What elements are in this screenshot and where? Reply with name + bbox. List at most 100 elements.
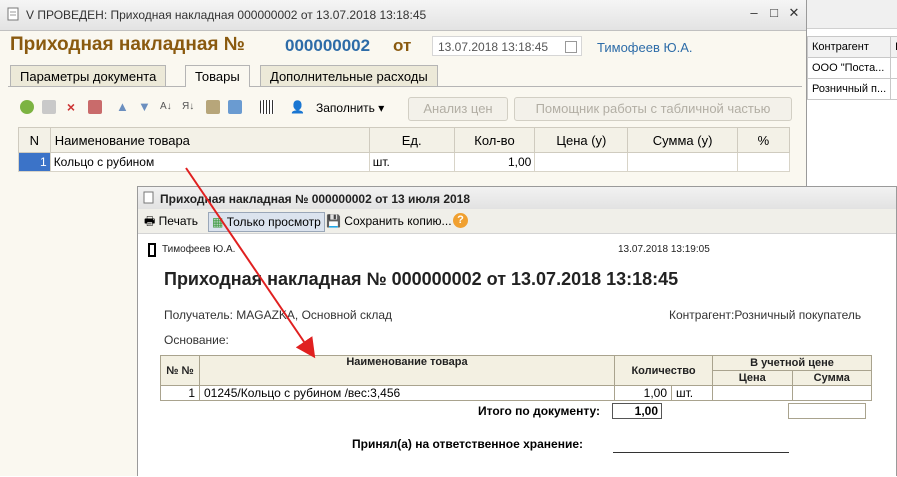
print-preview-window: Приходная накладная № 000000002 от 13 ию… <box>137 186 897 476</box>
document-number[interactable]: 000000002 <box>285 36 370 56</box>
print-timestamp: 13.07.2018 13:19:05 <box>618 244 710 255</box>
column-header-name[interactable]: Наименование товара <box>50 128 369 153</box>
minimize-button[interactable]: – <box>744 4 764 22</box>
move-down-icon[interactable]: ▼ <box>138 100 152 114</box>
window-title: V ПРОВЕДЕН: Приходная накладная 00000000… <box>26 8 426 22</box>
column-header-counterparty[interactable]: Контрагент <box>808 37 891 58</box>
sort-descending-icon[interactable]: Я↓ <box>182 100 196 114</box>
print-window-titlebar: Приходная накладная № 000000002 от 13 ию… <box>138 187 896 210</box>
print-button[interactable]: 🖶 Печать <box>144 212 198 230</box>
goods-grid: N Наименование товара Ед. Кол-во Цена (у… <box>18 127 790 172</box>
table-cell[interactable]: Розничный п... <box>808 79 891 100</box>
document-icon <box>6 7 20 21</box>
total-sum-cell <box>788 403 866 419</box>
tab-document-params[interactable]: Параметры документа <box>10 65 166 86</box>
basis-text: Основание: <box>164 333 229 347</box>
date-value: 13.07.2018 13:18:45 <box>438 40 548 54</box>
row-no-cell: 1 <box>161 386 200 401</box>
cursor-marker-icon <box>148 243 156 257</box>
calendar-icon[interactable] <box>565 41 577 53</box>
tab-goods[interactable]: Товары <box>185 65 250 87</box>
price-analysis-button[interactable]: Анализ цен <box>408 97 508 121</box>
grid-toolbar: × ▲ ▼ A↓ Я↓ 👤 Заполнить ▾ Анализ цен Пом… <box>14 96 794 120</box>
move-up-icon[interactable]: ▲ <box>116 100 130 114</box>
save-copy-button[interactable]: 💾 Сохранить копию... <box>326 212 452 230</box>
table-row: 1 01245/Кольцо с рубином /вес:3,456 1,00… <box>161 386 872 401</box>
column-header-sum[interactable]: Сумма (у) <box>628 128 737 153</box>
row-price-cell <box>713 386 793 401</box>
qty-cell[interactable]: 1,00 <box>454 153 535 172</box>
table-assistant-button[interactable]: Помощник работы с табличной частью <box>514 97 792 121</box>
tab-additional-expenses[interactable]: Дополнительные расходы <box>260 65 438 86</box>
column-header-qty: Количество <box>615 356 713 386</box>
columns-icon[interactable] <box>228 100 242 114</box>
maximize-button[interactable]: □ <box>764 4 784 22</box>
recipient-text: Получатель: MAGAZKA, Основной склад <box>164 308 392 322</box>
table-row[interactable]: ООО "Поста... <box>808 58 897 79</box>
column-header-name: Наименование товара <box>200 356 615 386</box>
save-icon: 💾 <box>326 214 341 228</box>
row-qty-cell: 1,00 <box>615 386 672 401</box>
date-field[interactable]: 13.07.2018 13:18:45 <box>432 36 582 56</box>
column-header-price: Цена <box>713 371 793 386</box>
view-only-toggle[interactable]: ▦ Только просмотр <box>208 212 325 232</box>
column-header-n[interactable]: Н <box>891 37 897 58</box>
row-name-cell: 01245/Кольцо с рубином /вес:3,456 <box>200 386 615 401</box>
table-cell[interactable]: ООО "Поста... <box>808 58 891 79</box>
print-button-label: Печать <box>159 214 198 228</box>
column-header-percent[interactable]: % <box>737 128 789 153</box>
printer-icon: 🖶 <box>144 214 155 228</box>
barcode-icon[interactable] <box>260 100 274 114</box>
product-name-cell[interactable]: Кольцо с рубином <box>50 153 369 172</box>
accepted-label: Принял(а) на ответственное хранение: <box>352 437 583 451</box>
window-titlebar: V ПРОВЕДЕН: Приходная накладная 00000000… <box>0 0 806 31</box>
doc-title: Приходная накладная № 000000002 от 13.07… <box>164 269 678 290</box>
save-copy-label: Сохранить копию... <box>344 214 451 228</box>
delete-icon[interactable]: × <box>64 100 78 114</box>
dropdown-icon: ▾ <box>378 101 384 115</box>
signature-line <box>613 452 789 453</box>
print-toolbar: 🖶 Печать ▦ Только просмотр 💾 Сохранить к… <box>138 209 896 234</box>
counterparty-table: Контрагент Н ООО "Поста... Розничный п..… <box>807 36 897 100</box>
row-number-cell[interactable]: 1 <box>19 153 51 172</box>
column-header-unit[interactable]: Ед. <box>369 128 454 153</box>
sort-ascending-icon[interactable]: A↓ <box>160 100 174 114</box>
date-label: от <box>393 36 411 56</box>
copy-icon[interactable] <box>42 100 56 114</box>
fill-button-label: Заполнить <box>316 101 375 115</box>
table-cell[interactable] <box>891 79 897 100</box>
row-unit-cell: шт. <box>672 386 713 401</box>
counterparty-text: Контрагент:Розничный покупатель <box>669 308 861 322</box>
column-header-sum: Сумма <box>792 371 872 386</box>
column-header-n[interactable]: N <box>19 128 51 153</box>
print-window-title: Приходная накладная № 000000002 от 13 ию… <box>160 192 470 206</box>
column-header-acc-price: В учетной цене <box>713 356 872 371</box>
document-icon <box>143 191 155 205</box>
unit-cell[interactable]: шт. <box>369 153 454 172</box>
author-link[interactable]: Тимофеев Ю.А. <box>597 40 693 55</box>
column-header-qty[interactable]: Кол-во <box>454 128 535 153</box>
cancel-icon[interactable] <box>88 100 102 114</box>
add-icon[interactable] <box>20 100 34 114</box>
form-title: Приходная накладная № <box>10 34 245 56</box>
table-row[interactable]: Розничный п... <box>808 79 897 100</box>
row-sum-cell <box>792 386 872 401</box>
percent-cell[interactable] <box>737 153 789 172</box>
table-row[interactable]: 1 Кольцо с рубином шт. 1,00 <box>19 153 790 172</box>
column-header-price[interactable]: Цена (у) <box>535 128 628 153</box>
doc-items-table: № № Наименование товара Количество В уче… <box>160 355 872 401</box>
table-cell[interactable] <box>891 58 897 79</box>
doc-author: Тимофеев Ю.А. <box>162 244 235 255</box>
fill-button[interactable]: Заполнить ▾ <box>316 101 384 115</box>
price-cell[interactable] <box>535 153 628 172</box>
table-icon[interactable] <box>206 100 220 114</box>
sum-cell[interactable] <box>628 153 737 172</box>
help-button[interactable]: ? <box>453 213 468 228</box>
tab-divider <box>8 86 802 87</box>
check-icon: ▦ <box>212 215 223 229</box>
column-header-no: № № <box>161 356 200 386</box>
user-icon[interactable]: 👤 <box>290 100 304 114</box>
close-button[interactable]: ✕ <box>784 4 804 22</box>
background-list-toolbar <box>807 0 897 29</box>
total-value: 1,00 <box>612 403 662 419</box>
